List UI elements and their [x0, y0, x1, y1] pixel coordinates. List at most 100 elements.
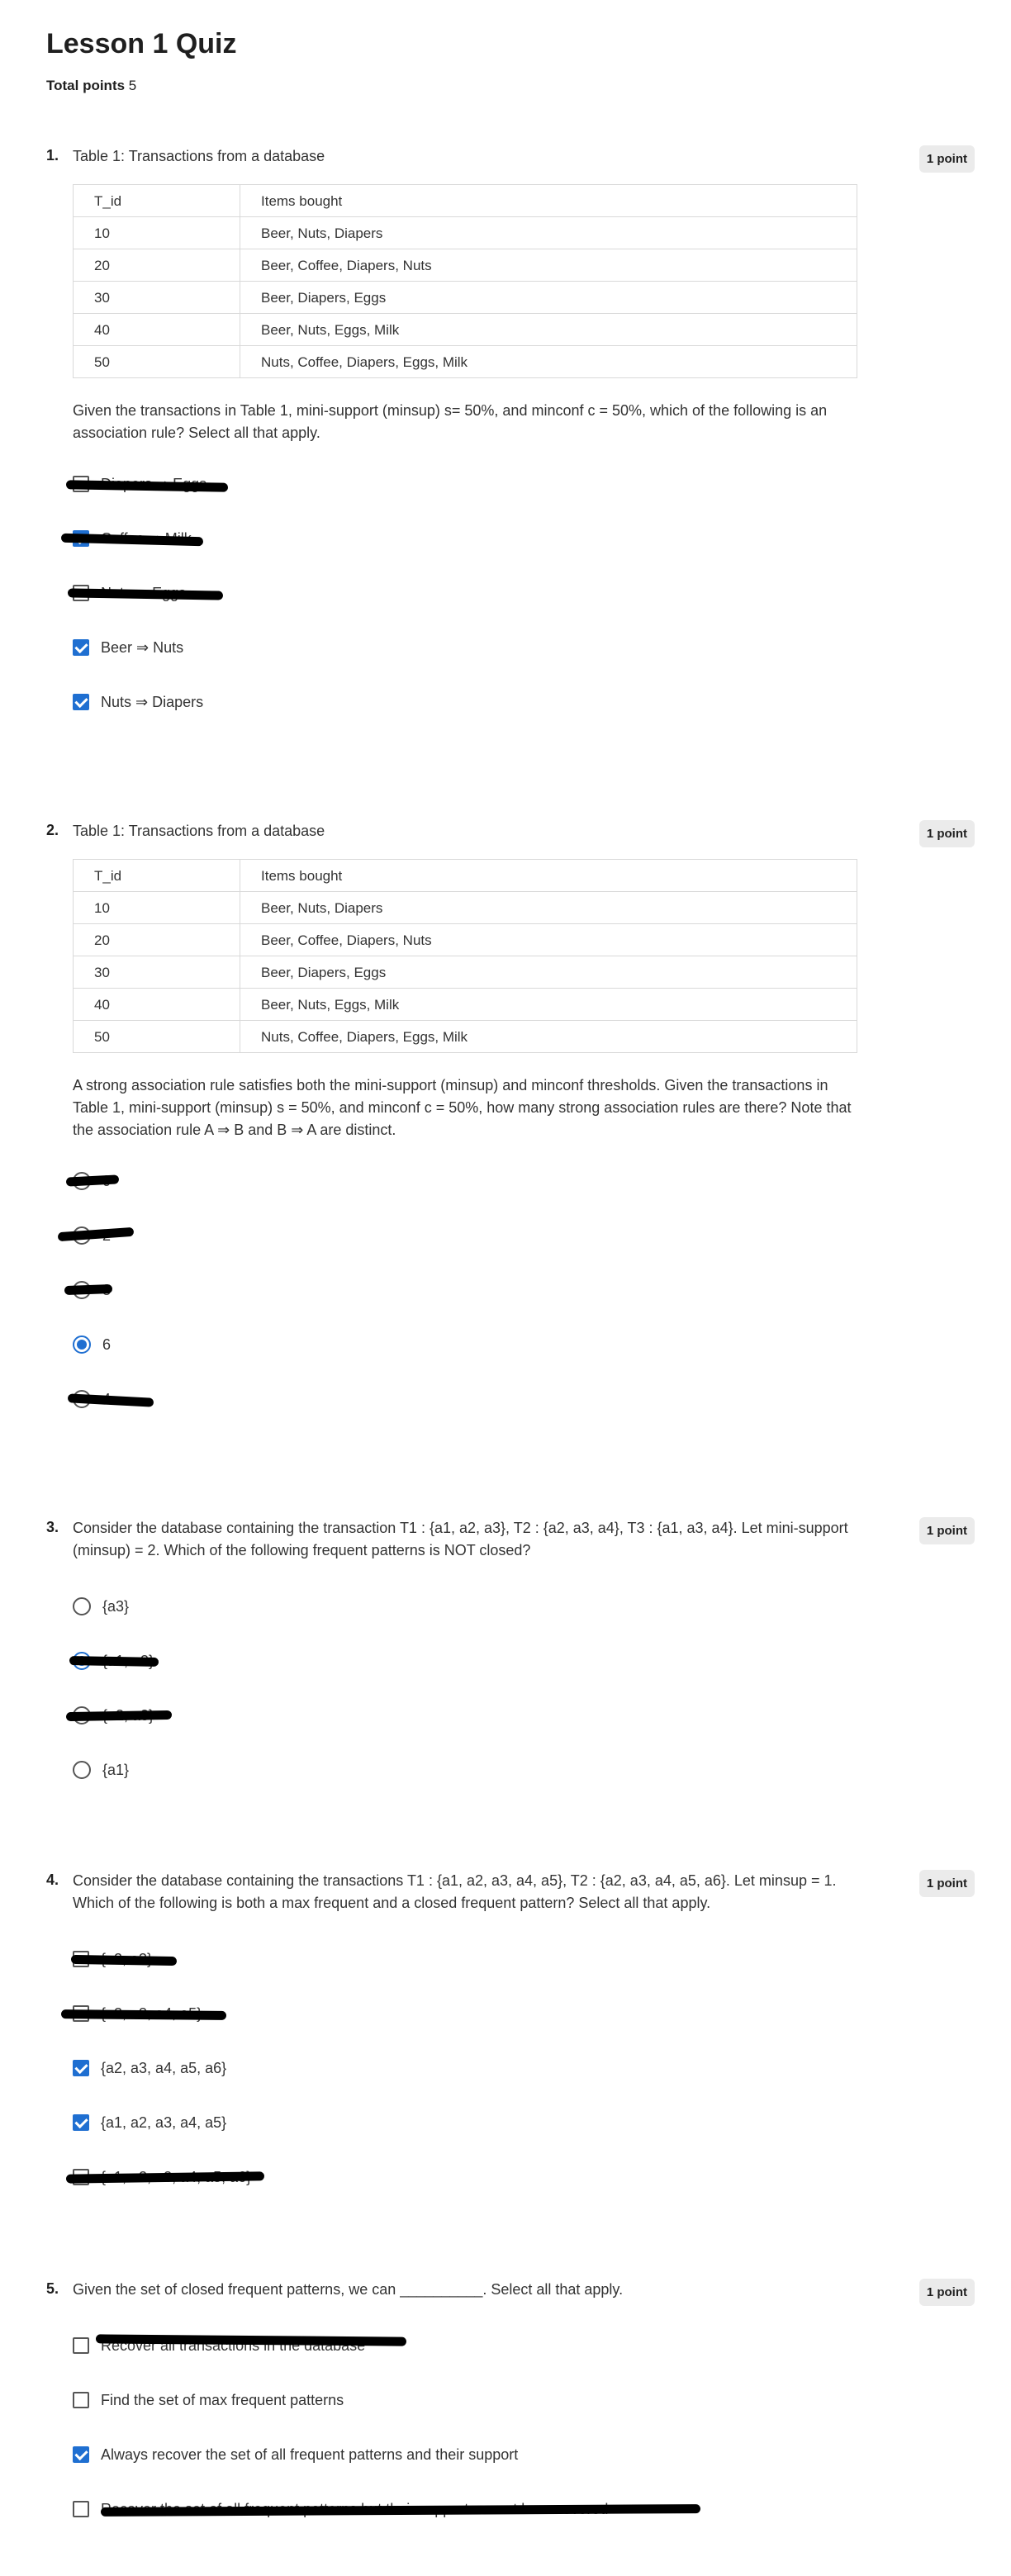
table-row: 40 Beer, Nuts, Eggs, Milk	[73, 313, 857, 346]
redaction-mark	[64, 1283, 113, 1296]
question-number: 1.	[46, 147, 59, 164]
option[interactable]: {a2, a3, a4, a5}	[60, 2002, 866, 2057]
options-list: {a3} {a1, a3} {a2, a3} {a1}	[65, 1595, 866, 1813]
option[interactable]: {a1, a2, a3, a4, a5}	[73, 2111, 866, 2166]
table-cell: Beer, Nuts, Eggs, Milk	[240, 313, 857, 346]
table-row: 30 Beer, Diapers, Eggs	[73, 281, 857, 314]
option-label: Nuts ⇒ Diapers	[101, 694, 204, 710]
option[interactable]: Find the set of max frequent patterns	[73, 2389, 866, 2443]
table-cell: Beer, Nuts, Diapers	[240, 891, 857, 924]
question-text: Consider the database containing the tra…	[73, 1520, 848, 1558]
table-cell: 40	[73, 313, 240, 346]
total-points-value: 5	[128, 78, 137, 93]
points-badge: 1 point	[918, 1517, 975, 1544]
option[interactable]: Recover all transactions in the database	[73, 2334, 866, 2389]
table-header-row: T_id Items bought	[73, 184, 857, 217]
table-cell: Nuts, Coffee, Diapers, Eggs, Milk	[240, 345, 857, 378]
checkbox-icon[interactable]	[73, 2446, 89, 2463]
total-points: Total points 5	[46, 78, 136, 94]
table-cell: Beer, Coffee, Diapers, Nuts	[240, 923, 857, 956]
option[interactable]: Coffee ⇒ Milk	[60, 527, 866, 581]
option[interactable]: {a2, a3}	[65, 1704, 866, 1758]
option[interactable]: {a2, a3}	[70, 1947, 866, 2002]
table-row: 50 Nuts, Coffee, Diapers, Eggs, Milk	[73, 1020, 857, 1053]
points-badge: 1 point	[918, 1870, 975, 1897]
transactions-table: T_id Items bought 10 Beer, Nuts, Diapers …	[73, 184, 857, 378]
question-text: Consider the database containing the tra…	[73, 1872, 837, 1911]
redaction-mark	[57, 1226, 135, 1242]
checkbox-icon[interactable]	[73, 2501, 89, 2517]
option-label: {a3}	[102, 1598, 130, 1615]
points-badge: 1 point	[918, 145, 975, 173]
table-caption: Table 1: Transactions from a database	[73, 148, 325, 164]
option[interactable]: {a1, a2, a3, a4, a5, a6}	[65, 2166, 866, 2220]
checkbox-icon[interactable]	[73, 639, 89, 656]
option[interactable]: Recover the set of all frequent patterns…	[73, 2498, 866, 2552]
options-list: {a2, a3} {a2, a3, a4, a5} {a2, a3, a4, a…	[60, 1947, 866, 2220]
option-label: Find the set of max frequent patterns	[101, 2392, 344, 2408]
radio-icon[interactable]	[73, 1335, 91, 1354]
table-cell: 40	[73, 988, 240, 1021]
table-cell: 20	[73, 249, 240, 282]
option[interactable]: Nuts ⇒ Diapers	[73, 690, 866, 745]
table-row: 50 Nuts, Coffee, Diapers, Eggs, Milk	[73, 345, 857, 378]
points-badge: 1 point	[918, 2279, 975, 2306]
question-number: 5.	[46, 2280, 59, 2297]
table-cell: 10	[73, 216, 240, 249]
option[interactable]: 4	[67, 1388, 866, 1442]
table-cell: Beer, Coffee, Diapers, Nuts	[240, 249, 857, 282]
table-row: 40 Beer, Nuts, Eggs, Milk	[73, 988, 857, 1021]
checkbox-icon[interactable]	[73, 694, 89, 710]
table-row: 10 Beer, Nuts, Diapers	[73, 891, 857, 924]
option[interactable]: Always recover the set of all frequent p…	[73, 2443, 866, 2498]
option-label: 6	[102, 1336, 112, 1353]
option[interactable]: 6	[73, 1333, 866, 1388]
transactions-table: T_id Items bought 10 Beer, Nuts, Diapers …	[73, 859, 857, 1053]
option[interactable]: 8	[64, 1279, 866, 1333]
checkbox-icon[interactable]	[73, 2392, 89, 2408]
table-cell: Beer, Nuts, Eggs, Milk	[240, 988, 857, 1021]
table-cell: 30	[73, 281, 240, 314]
table-header-row: T_id Items bought	[73, 859, 857, 892]
option[interactable]: {a1, a3}	[69, 1649, 866, 1704]
table-cell: 20	[73, 923, 240, 956]
radio-icon[interactable]	[73, 1597, 91, 1615]
option[interactable]: Beer ⇒ Nuts	[73, 636, 866, 690]
table-header-cell: T_id	[73, 859, 240, 892]
option-label: {a2, a3, a4, a5, a6}	[101, 2060, 227, 2076]
checkbox-icon[interactable]	[73, 2060, 89, 2076]
question-number: 2.	[46, 822, 59, 838]
redaction-mark	[65, 480, 229, 492]
redaction-mark	[65, 1710, 173, 1722]
option[interactable]: {a1}	[73, 1758, 866, 1813]
radio-icon[interactable]	[73, 1761, 91, 1779]
option[interactable]: {a2, a3, a4, a5, a6}	[73, 2057, 866, 2111]
page-title: Lesson 1 Quiz	[46, 28, 237, 59]
redaction-mark	[70, 1954, 178, 1966]
table-row: 30 Beer, Diapers, Eggs	[73, 956, 857, 989]
option[interactable]: Nuts ⇒ Eggs	[67, 581, 866, 636]
question-text: Given the transactions in Table 1, mini-…	[73, 402, 828, 441]
checkbox-icon[interactable]	[73, 2337, 89, 2354]
options-list: 0 2 8 6 4	[57, 1169, 866, 1442]
option[interactable]: Diapers ⇒ Eggs	[65, 472, 866, 527]
redaction-mark	[69, 1656, 159, 1667]
table-cell: 50	[73, 1020, 240, 1053]
question-number: 3.	[46, 1519, 59, 1535]
option[interactable]: 2	[57, 1224, 866, 1279]
redaction-mark	[60, 2009, 227, 2020]
option[interactable]: 0	[65, 1169, 866, 1224]
redaction-mark	[67, 588, 224, 600]
table-row: 20 Beer, Coffee, Diapers, Nuts	[73, 249, 857, 282]
points-badge: 1 point	[918, 820, 975, 847]
table-header-cell: Items bought	[240, 184, 857, 217]
table-cell: Nuts, Coffee, Diapers, Eggs, Milk	[240, 1020, 857, 1053]
option[interactable]: {a3}	[73, 1595, 866, 1649]
table-cell: Beer, Diapers, Eggs	[240, 956, 857, 989]
options-list: Diapers ⇒ Eggs Coffee ⇒ Milk Nuts ⇒ Eggs…	[60, 472, 866, 745]
table-cell: Beer, Nuts, Diapers	[240, 216, 857, 249]
table-caption: Table 1: Transactions from a database	[73, 823, 325, 839]
table-cell: Beer, Diapers, Eggs	[240, 281, 857, 314]
redaction-mark	[65, 1174, 120, 1187]
checkbox-icon[interactable]	[73, 2114, 89, 2131]
